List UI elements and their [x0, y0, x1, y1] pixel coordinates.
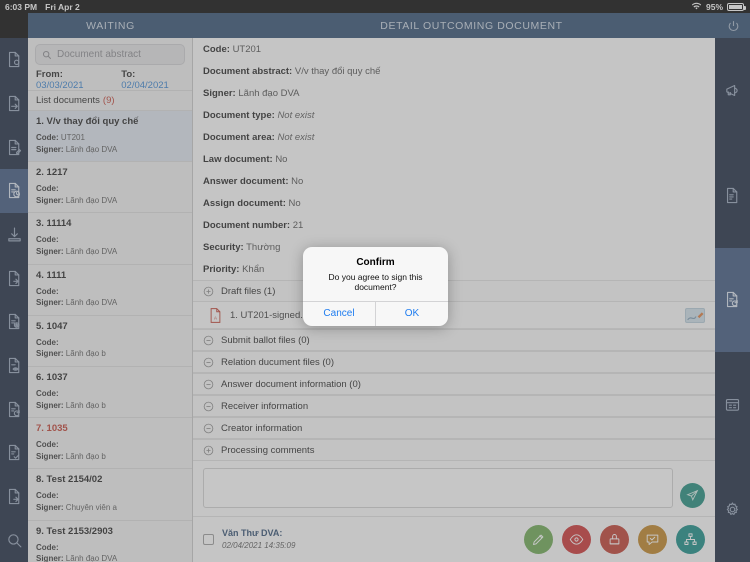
- dialog-buttons: Cancel OK: [303, 301, 448, 326]
- dialog-message: Do you agree to sign this document?: [328, 272, 423, 292]
- confirm-dialog: Confirm Do you agree to sign this docume…: [303, 247, 448, 326]
- app-root: 6:03 PM Fri Apr 2 95% WAITING DETAIL OUT…: [0, 0, 750, 562]
- ok-button[interactable]: OK: [375, 302, 448, 326]
- dialog-title: Confirm: [356, 257, 395, 268]
- cancel-button[interactable]: Cancel: [303, 302, 375, 326]
- dialog-body: Confirm Do you agree to sign this docume…: [303, 247, 448, 301]
